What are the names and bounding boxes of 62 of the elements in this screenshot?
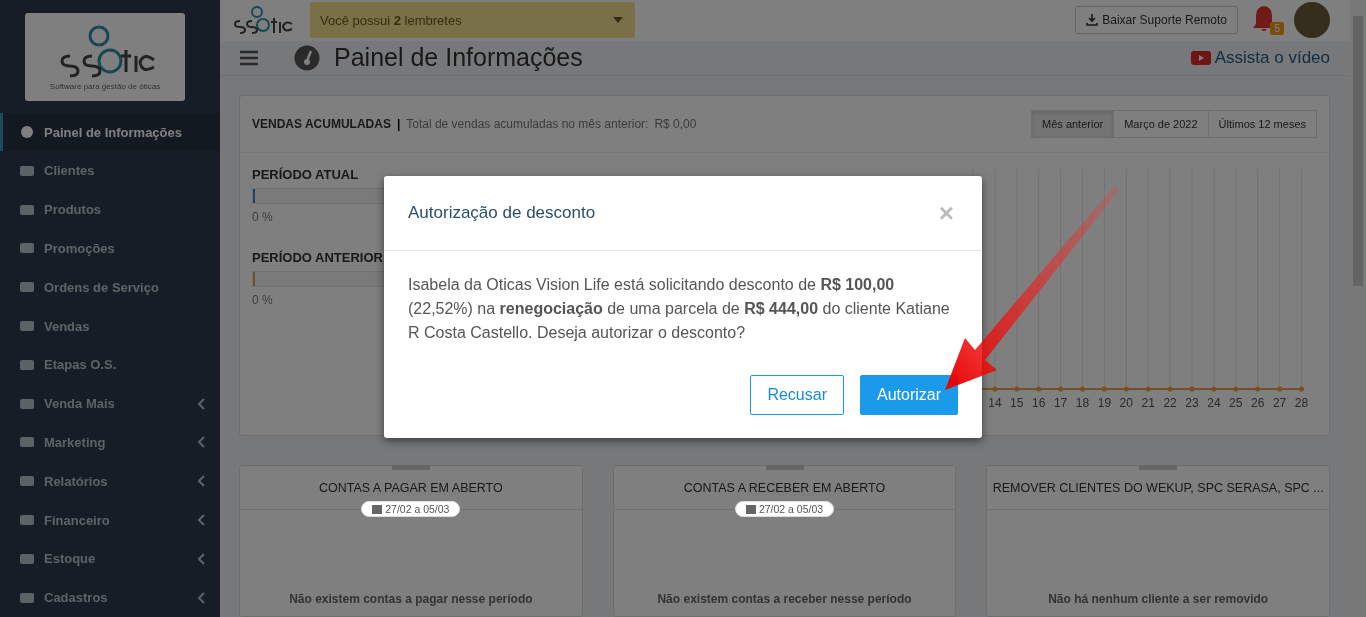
- progress-reading: 0 %: [252, 293, 274, 307]
- card-title: REMOVER CLIENTES DO WEKUP, SPC SERASA, SPC ...: [992, 481, 1324, 495]
- card-title: CONTAS A PAGAR EM ABERTO: [318, 481, 503, 495]
- card-title: VENDAS ACUMULADAS: [252, 117, 391, 131]
- period-tab[interactable]: Março de 2022: [1113, 110, 1209, 138]
- notification-badge: 5: [1270, 22, 1284, 36]
- menu-item[interactable]: Financeiro: [0, 500, 220, 540]
- logo-tagline: Software para gestão de óticas: [49, 82, 161, 92]
- menu-item[interactable]: Cadastros: [0, 578, 220, 617]
- empty-message: Não existem contas a receber nesse período: [657, 592, 912, 606]
- menu-item[interactable]: Ordens de Serviço: [0, 267, 220, 307]
- period-tab[interactable]: Últimos 12 meses: [1207, 110, 1317, 138]
- avatar[interactable]: [1294, 2, 1330, 39]
- axis-label: 27: [1272, 396, 1286, 410]
- download-button[interactable]: Baixar Suporte Remoto: [1075, 6, 1238, 35]
- period-label: PERÍODO ATUAL: [252, 167, 360, 182]
- empty-message: Não há nenhum cliente a ser removido: [1048, 592, 1269, 606]
- axis-label: 23: [1184, 396, 1199, 410]
- menu-item[interactable]: Clientes: [0, 151, 220, 191]
- sales-total: R$ 0,00: [654, 117, 697, 131]
- axis-label: 15: [1009, 396, 1023, 410]
- page-title: Painel de Informações: [334, 43, 583, 73]
- axis-label: 25: [1228, 396, 1242, 410]
- reminders-dropdown[interactable]: Você possui 2 lembretes: [310, 2, 635, 39]
- card-subtitle: Total de vendas acumuladas no mês anterior:: [406, 117, 649, 131]
- video-play-icon: [1190, 50, 1211, 65]
- menu-item[interactable]: Marketing: [0, 423, 220, 462]
- axis-label: 18: [1075, 396, 1089, 410]
- axis-label: 14: [987, 396, 1002, 410]
- card-title: CONTAS A RECEBER EM ABERTO: [683, 481, 886, 495]
- caret-down-icon: [613, 17, 623, 24]
- axis-label: 28: [1294, 396, 1308, 410]
- period-tab[interactable]: Mês anterior: [1031, 110, 1115, 138]
- video-link[interactable]: Assista o vídeo: [1190, 47, 1330, 68]
- modal-message: Isabela da Oticas Vision Life está solicitando desconto de R$ 100,00 (22,52%) na renegociação de uma parcela de R$ 444,00 do cliente Katiane R Costa Castello. Deseja autorizar o desconto?: [407, 275, 951, 343]
- menu-item[interactable]: Produtos: [0, 190, 220, 230]
- axis-label: 16: [1031, 396, 1045, 410]
- axis-label: 26: [1250, 396, 1264, 410]
- gauge-icon: [294, 44, 320, 71]
- empty-message: Não existem contas a pagar nesse período: [289, 592, 533, 606]
- separator-text: |: [396, 117, 401, 131]
- menu-item[interactable]: Vendas: [0, 306, 220, 346]
- refuse-button[interactable]: Recusar: [750, 375, 844, 415]
- period-label: PERÍODO ANTERIOR: [252, 250, 384, 265]
- close-button[interactable]: ×: [934, 197, 958, 229]
- axis-label: 20: [1119, 396, 1133, 410]
- date-range-badge: 27/02 a 05/03: [361, 501, 461, 517]
- axis-label: 22: [1162, 396, 1177, 410]
- axis-label: 24: [1206, 396, 1221, 410]
- date-range-badge: 27/02 a 05/03: [734, 501, 835, 517]
- axis-label: 19: [1097, 396, 1111, 410]
- axis-label: 21: [1141, 396, 1155, 410]
- menu-item[interactable]: Venda Mais: [0, 384, 220, 423]
- axis-label: 17: [1053, 396, 1067, 410]
- download-icon: [1086, 14, 1099, 27]
- authorize-button[interactable]: Autorizar: [859, 375, 958, 415]
- menu-item[interactable]: Etapas O.S.: [0, 345, 220, 385]
- menu-item[interactable]: Painel de Informações: [0, 112, 220, 152]
- menu-item[interactable]: Estoque: [0, 539, 220, 579]
- menu-item[interactable]: Relatórios: [0, 461, 220, 501]
- menu-item[interactable]: Promoções: [0, 229, 220, 268]
- modal-title: Autorização de desconto: [408, 203, 596, 223]
